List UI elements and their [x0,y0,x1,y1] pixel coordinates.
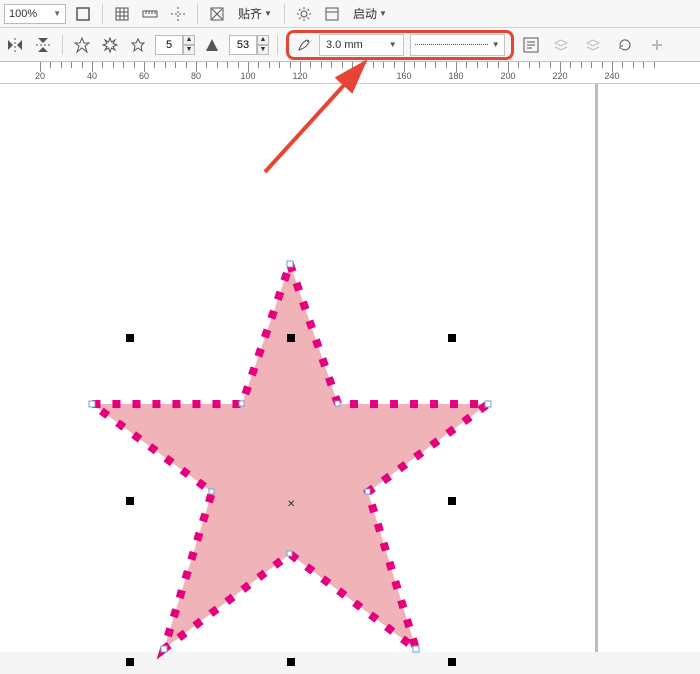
separator [102,4,103,24]
selection-handle[interactable] [126,497,134,505]
star-sharpness-icon [201,34,223,56]
selection-handle[interactable] [448,658,456,666]
snap-toggle-icon[interactable] [206,3,228,25]
launch-dropdown[interactable]: 启动 ▼ [349,5,391,22]
chevron-down-icon: ▼ [379,9,387,18]
spin-down-icon[interactable]: ▼ [183,45,195,55]
layer-back-icon [582,34,604,56]
spin-up-icon[interactable]: ▲ [183,35,195,45]
line-style-combo[interactable]: ▼ [410,34,505,56]
spin-down-icon[interactable]: ▼ [257,45,269,55]
complex-star-icon[interactable] [99,34,121,56]
ruler-tick-label: 220 [552,71,567,81]
separator [277,35,278,55]
refresh-icon[interactable] [614,34,636,56]
ruler-tick-label: 160 [396,71,411,81]
pen-outline-icon[interactable] [295,34,313,56]
selection-handle[interactable] [287,334,295,342]
ruler-tick-label: 180 [448,71,463,81]
page-right-edge [595,84,598,652]
zoom-value: 100% [9,8,37,20]
ruler-tick-label: 240 [604,71,619,81]
star-points-icon [127,34,149,56]
selection-handle[interactable] [448,334,456,342]
ruler-tick-label: 120 [292,71,307,81]
snap-dropdown[interactable]: 贴齐 ▼ [234,5,276,22]
horizontal-ruler[interactable]: 20 40 60 80 100 120 140 160 180 200 220 240 [0,62,700,84]
top-toolbar: 100% ▼ 贴齐 ▼ 启动 ▼ [0,0,700,28]
star-sharpness-input[interactable] [229,35,257,55]
ruler-tick-label: 200 [500,71,515,81]
chevron-down-icon: ▼ [264,9,272,18]
chevron-down-icon: ▼ [389,40,397,49]
guides-icon[interactable] [167,3,189,25]
chevron-down-icon: ▼ [53,9,61,18]
panel-icon[interactable] [321,3,343,25]
line-style-dotted-preview [415,44,488,45]
outline-width-combo[interactable]: 3.0 mm ▼ [319,34,404,56]
ruler-tick-label: 40 [87,71,97,81]
outline-width-value: 3.0 mm [326,39,363,51]
mirror-vertical-icon[interactable] [32,34,54,56]
outline-highlight-region: 3.0 mm ▼ ▼ [286,30,514,60]
layer-front-icon [550,34,572,56]
ruler-tick-label: 20 [35,71,45,81]
add-icon [646,34,668,56]
spin-up-icon[interactable]: ▲ [257,35,269,45]
ruler-tick-label: 80 [191,71,201,81]
selection-handle[interactable] [126,334,134,342]
ruler-tick-label: 140 [344,71,359,81]
separator [62,35,63,55]
star-sharpness-spin[interactable]: ▲ ▼ [229,35,269,55]
ruler-tick-label: 100 [240,71,255,81]
canvas-workspace[interactable]: ✕ [0,84,700,652]
separator [197,4,198,24]
star-shape[interactable] [70,254,510,674]
fullscreen-icon[interactable] [72,3,94,25]
wrap-text-icon[interactable] [520,34,542,56]
options-gear-icon[interactable] [293,3,315,25]
selection-handle[interactable] [448,497,456,505]
separator [284,4,285,24]
star-points-spin[interactable]: ▲ ▼ [155,35,195,55]
selection-handle[interactable] [287,658,295,666]
selection-center-marker: ✕ [287,499,295,510]
property-bar: ▲ ▼ ▲ ▼ 3.0 mm ▼ ▼ [0,28,700,62]
chevron-down-icon: ▼ [492,40,500,49]
star-shape-icon[interactable] [71,34,93,56]
ruler-icon[interactable] [139,3,161,25]
launch-label: 启动 [353,5,377,22]
zoom-combo[interactable]: 100% ▼ [4,4,66,24]
snap-label: 贴齐 [238,5,262,22]
selection-handle[interactable] [126,658,134,666]
disabled-icons-group [550,34,668,56]
grid-icon[interactable] [111,3,133,25]
ruler-tick-label: 60 [139,71,149,81]
star-points-input[interactable] [155,35,183,55]
mirror-horizontal-icon[interactable] [4,34,26,56]
